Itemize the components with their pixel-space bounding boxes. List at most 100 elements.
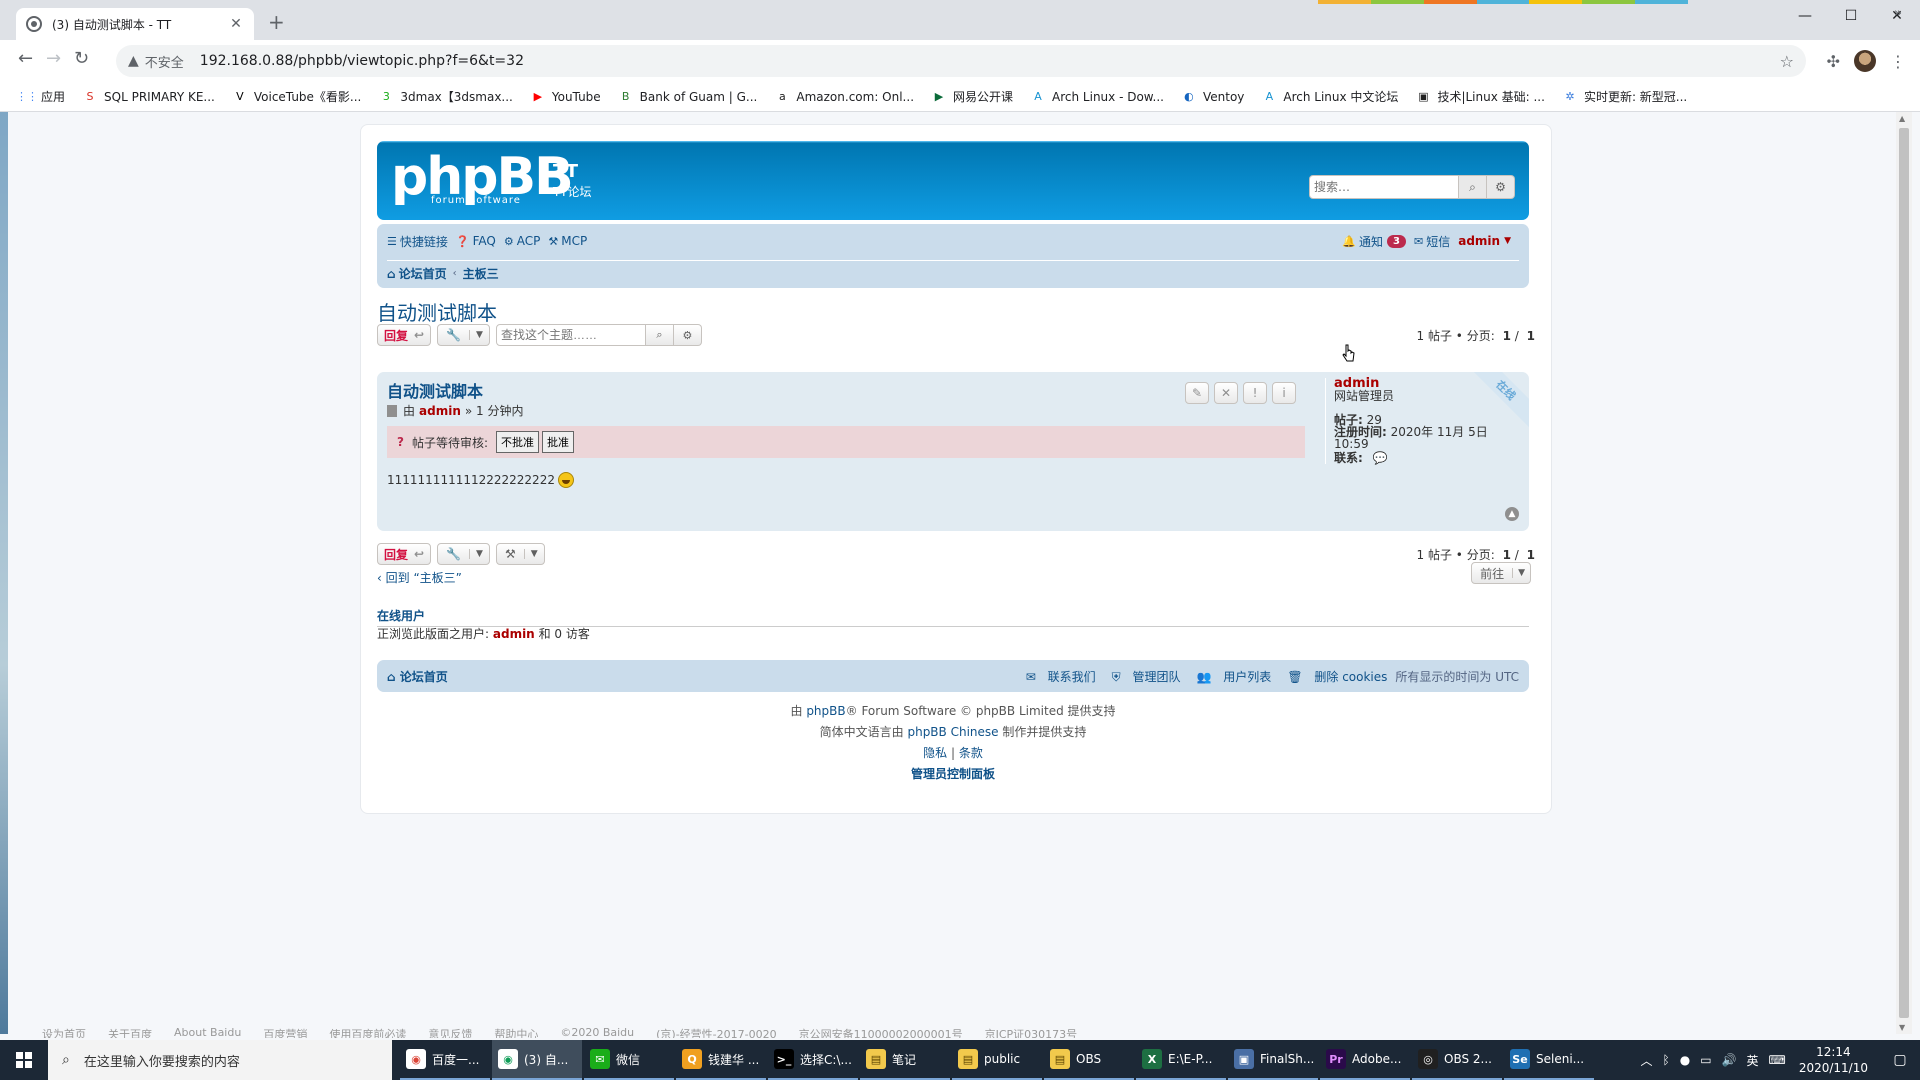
breadcrumb-home[interactable]: 论坛首页: [399, 265, 447, 282]
taskbar-app[interactable]: ◉ 百度一...: [400, 1040, 490, 1080]
bookmark-item[interactable]: ✲ 实时更新: 新型冠...: [1563, 88, 1687, 105]
mcp-link[interactable]: ⚒ MCP: [548, 234, 587, 248]
omnibox[interactable]: ▲ 不安全 192.168.0.88/phpbb/viewtopic.php?f…: [116, 45, 1806, 77]
taskbar-app[interactable]: Se Seleni...: [1504, 1040, 1594, 1080]
bluetooth-icon[interactable]: ᛒ: [1663, 1053, 1670, 1067]
moderator-tools-dropdown[interactable]: ⚒ ▼: [495, 543, 545, 565]
taskbar-app[interactable]: ◉ (3) 自...: [492, 1040, 582, 1080]
phpbb-link[interactable]: phpBB: [806, 704, 845, 718]
post-file-icon[interactable]: [387, 404, 397, 417]
delete-x-icon[interactable]: ✕: [1214, 382, 1238, 404]
search-icon[interactable]: ⌕: [1459, 175, 1487, 199]
profile-avatar[interactable]: [1854, 50, 1876, 72]
back-to-top-icon[interactable]: ▲: [1505, 507, 1519, 521]
star-icon[interactable]: ☆: [1780, 52, 1794, 71]
online-user[interactable]: admin: [493, 627, 535, 641]
bookmark-item[interactable]: A Arch Linux - Dow...: [1031, 90, 1164, 104]
taskbar-app[interactable]: ▤ public: [952, 1040, 1042, 1080]
phpbb-chinese-link[interactable]: phpBB Chinese: [907, 725, 998, 739]
advanced-search-gear-icon[interactable]: ⚙: [1487, 175, 1515, 199]
post-title[interactable]: 自动测试脚本: [387, 378, 483, 402]
team-link[interactable]: ⛨ 管理团队: [1104, 668, 1181, 685]
bookmarks-overflow-icon[interactable]: »: [1894, 6, 1902, 21]
pm-link[interactable]: ✉ 短信: [1414, 233, 1450, 250]
jump-to-dropdown[interactable]: 前往 ▼: [1471, 562, 1531, 584]
close-tab-icon[interactable]: ✕: [228, 16, 244, 32]
bookmark-item[interactable]: ⋮⋮ 应用: [16, 88, 65, 105]
topic-search-input[interactable]: [495, 324, 646, 346]
bookmark-item[interactable]: A Arch Linux 中文论坛: [1262, 88, 1399, 105]
taskbar-app[interactable]: Pr Adobe...: [1320, 1040, 1410, 1080]
taskbar-app[interactable]: Q 钱建华 ...: [676, 1040, 766, 1080]
scroll-down-icon[interactable]: ▼: [1899, 1023, 1905, 1032]
bookmark-item[interactable]: ▶ YouTube: [531, 90, 601, 104]
reply-button[interactable]: 回复 ↩: [377, 324, 432, 346]
bookmark-item[interactable]: 3 3dmax【3dsmax...: [379, 88, 513, 105]
taskbar-app[interactable]: >_ 选择C:\...: [768, 1040, 858, 1080]
taskbar-app[interactable]: X E:\E-P...: [1136, 1040, 1226, 1080]
topic-tools-dropdown-bottom[interactable]: 🔧 ▼: [437, 543, 490, 565]
notification-center-icon[interactable]: ▢: [1880, 1052, 1920, 1068]
forward-icon[interactable]: →: [46, 50, 61, 68]
return-to-forum-link[interactable]: ‹ 回到 “主板三”: [377, 569, 462, 586]
reply-button-bottom[interactable]: 回复 ↩: [377, 543, 432, 565]
start-button[interactable]: [0, 1040, 48, 1080]
bookmark-item[interactable]: ▣ 技术|Linux 基础: ...: [1416, 88, 1545, 105]
taskbar-app[interactable]: ◎ OBS 2...: [1412, 1040, 1502, 1080]
user-menu[interactable]: admin ▼: [1458, 234, 1511, 248]
contact-us-link[interactable]: ✉ 联系我们: [1018, 668, 1096, 685]
speech-bubble-icon[interactable]: 💬: [1373, 451, 1388, 465]
bookmark-item[interactable]: B Bank of Guam | G...: [619, 90, 757, 104]
privacy-link[interactable]: 隐私: [923, 746, 947, 760]
bookmark-item[interactable]: V VoiceTube《看影...: [233, 88, 361, 105]
taskbar-app[interactable]: ✉ 微信: [584, 1040, 674, 1080]
info-icon[interactable]: i: [1272, 382, 1296, 404]
security-label[interactable]: 不安全: [145, 52, 184, 71]
search-input[interactable]: [1309, 175, 1459, 199]
new-tab-button[interactable]: +: [268, 12, 285, 32]
maximize-button[interactable]: ☐: [1828, 0, 1874, 32]
chevron-up-icon[interactable]: ︿: [1640, 1052, 1652, 1069]
acp-footer-link[interactable]: 管理员控制面板: [911, 767, 995, 781]
advanced-search-gear-icon[interactable]: ⚙: [673, 324, 702, 346]
acp-link[interactable]: ⚙ ACP: [504, 234, 541, 248]
back-icon[interactable]: ←: [18, 50, 33, 68]
quick-links-menu[interactable]: ☰ 快捷链接: [387, 233, 448, 250]
post-author[interactable]: admin: [419, 404, 461, 418]
bookmark-item[interactable]: ◐ Ventoy: [1182, 90, 1244, 104]
topic-tools-dropdown[interactable]: 🔧 ▼: [437, 324, 490, 346]
delete-cookies-link[interactable]: 🗑 删除 cookies: [1279, 668, 1387, 685]
url-text[interactable]: 192.168.0.88/phpbb/viewtopic.php?f=6&t=3…: [200, 53, 1780, 69]
extensions-icon[interactable]: ✣: [1827, 52, 1840, 71]
scroll-up-icon[interactable]: ▲: [1899, 114, 1905, 123]
taskbar-search[interactable]: ⌕ 在这里输入你要搜索的内容: [48, 1040, 392, 1080]
members-link[interactable]: 👥 用户列表: [1189, 668, 1272, 685]
disapprove-button[interactable]: 不批准: [496, 431, 540, 453]
edit-pencil-icon[interactable]: ✎: [1185, 382, 1209, 404]
scrollbar-thumb[interactable]: [1899, 128, 1909, 1018]
warning-icon[interactable]: ▲: [128, 53, 139, 69]
keyboard-icon[interactable]: ⌨: [1769, 1053, 1786, 1067]
topic-title[interactable]: 自动测试脚本: [377, 297, 497, 326]
approve-button[interactable]: 批准: [542, 431, 575, 453]
online-users-heading[interactable]: 在线用户: [377, 607, 1529, 627]
notifications-link[interactable]: 🔔 通知 3: [1342, 233, 1406, 250]
reload-icon[interactable]: ↻: [74, 50, 89, 68]
minimize-button[interactable]: —: [1782, 0, 1828, 32]
taskbar-app[interactable]: ▤ 笔记: [860, 1040, 950, 1080]
report-exclamation-icon[interactable]: !: [1243, 382, 1267, 404]
bookmark-item[interactable]: a Amazon.com: Onl...: [775, 90, 914, 104]
taskbar-app[interactable]: ▤ OBS: [1044, 1040, 1134, 1080]
terms-link[interactable]: 条款: [959, 746, 983, 760]
search-icon[interactable]: ⌕: [645, 324, 674, 346]
bookmark-item[interactable]: ▶ 网易公开课: [932, 88, 1013, 105]
faq-link[interactable]: ❓ FAQ: [456, 234, 496, 248]
browser-tab-active[interactable]: (3) 自动测试脚本 - TT ✕: [16, 8, 254, 40]
bookmark-item[interactable]: S SQL PRIMARY KE...: [83, 90, 215, 104]
vertical-scrollbar[interactable]: ▲ ▼: [1896, 112, 1912, 1034]
footer-home-link[interactable]: ⌂ 论坛首页: [387, 668, 448, 685]
volume-icon[interactable]: 🔊: [1722, 1053, 1737, 1067]
clock[interactable]: 12:14 2020/11/10: [1799, 1044, 1868, 1076]
network-icon[interactable]: ▭: [1700, 1053, 1711, 1067]
breadcrumb-forum[interactable]: 主板三: [463, 265, 499, 282]
